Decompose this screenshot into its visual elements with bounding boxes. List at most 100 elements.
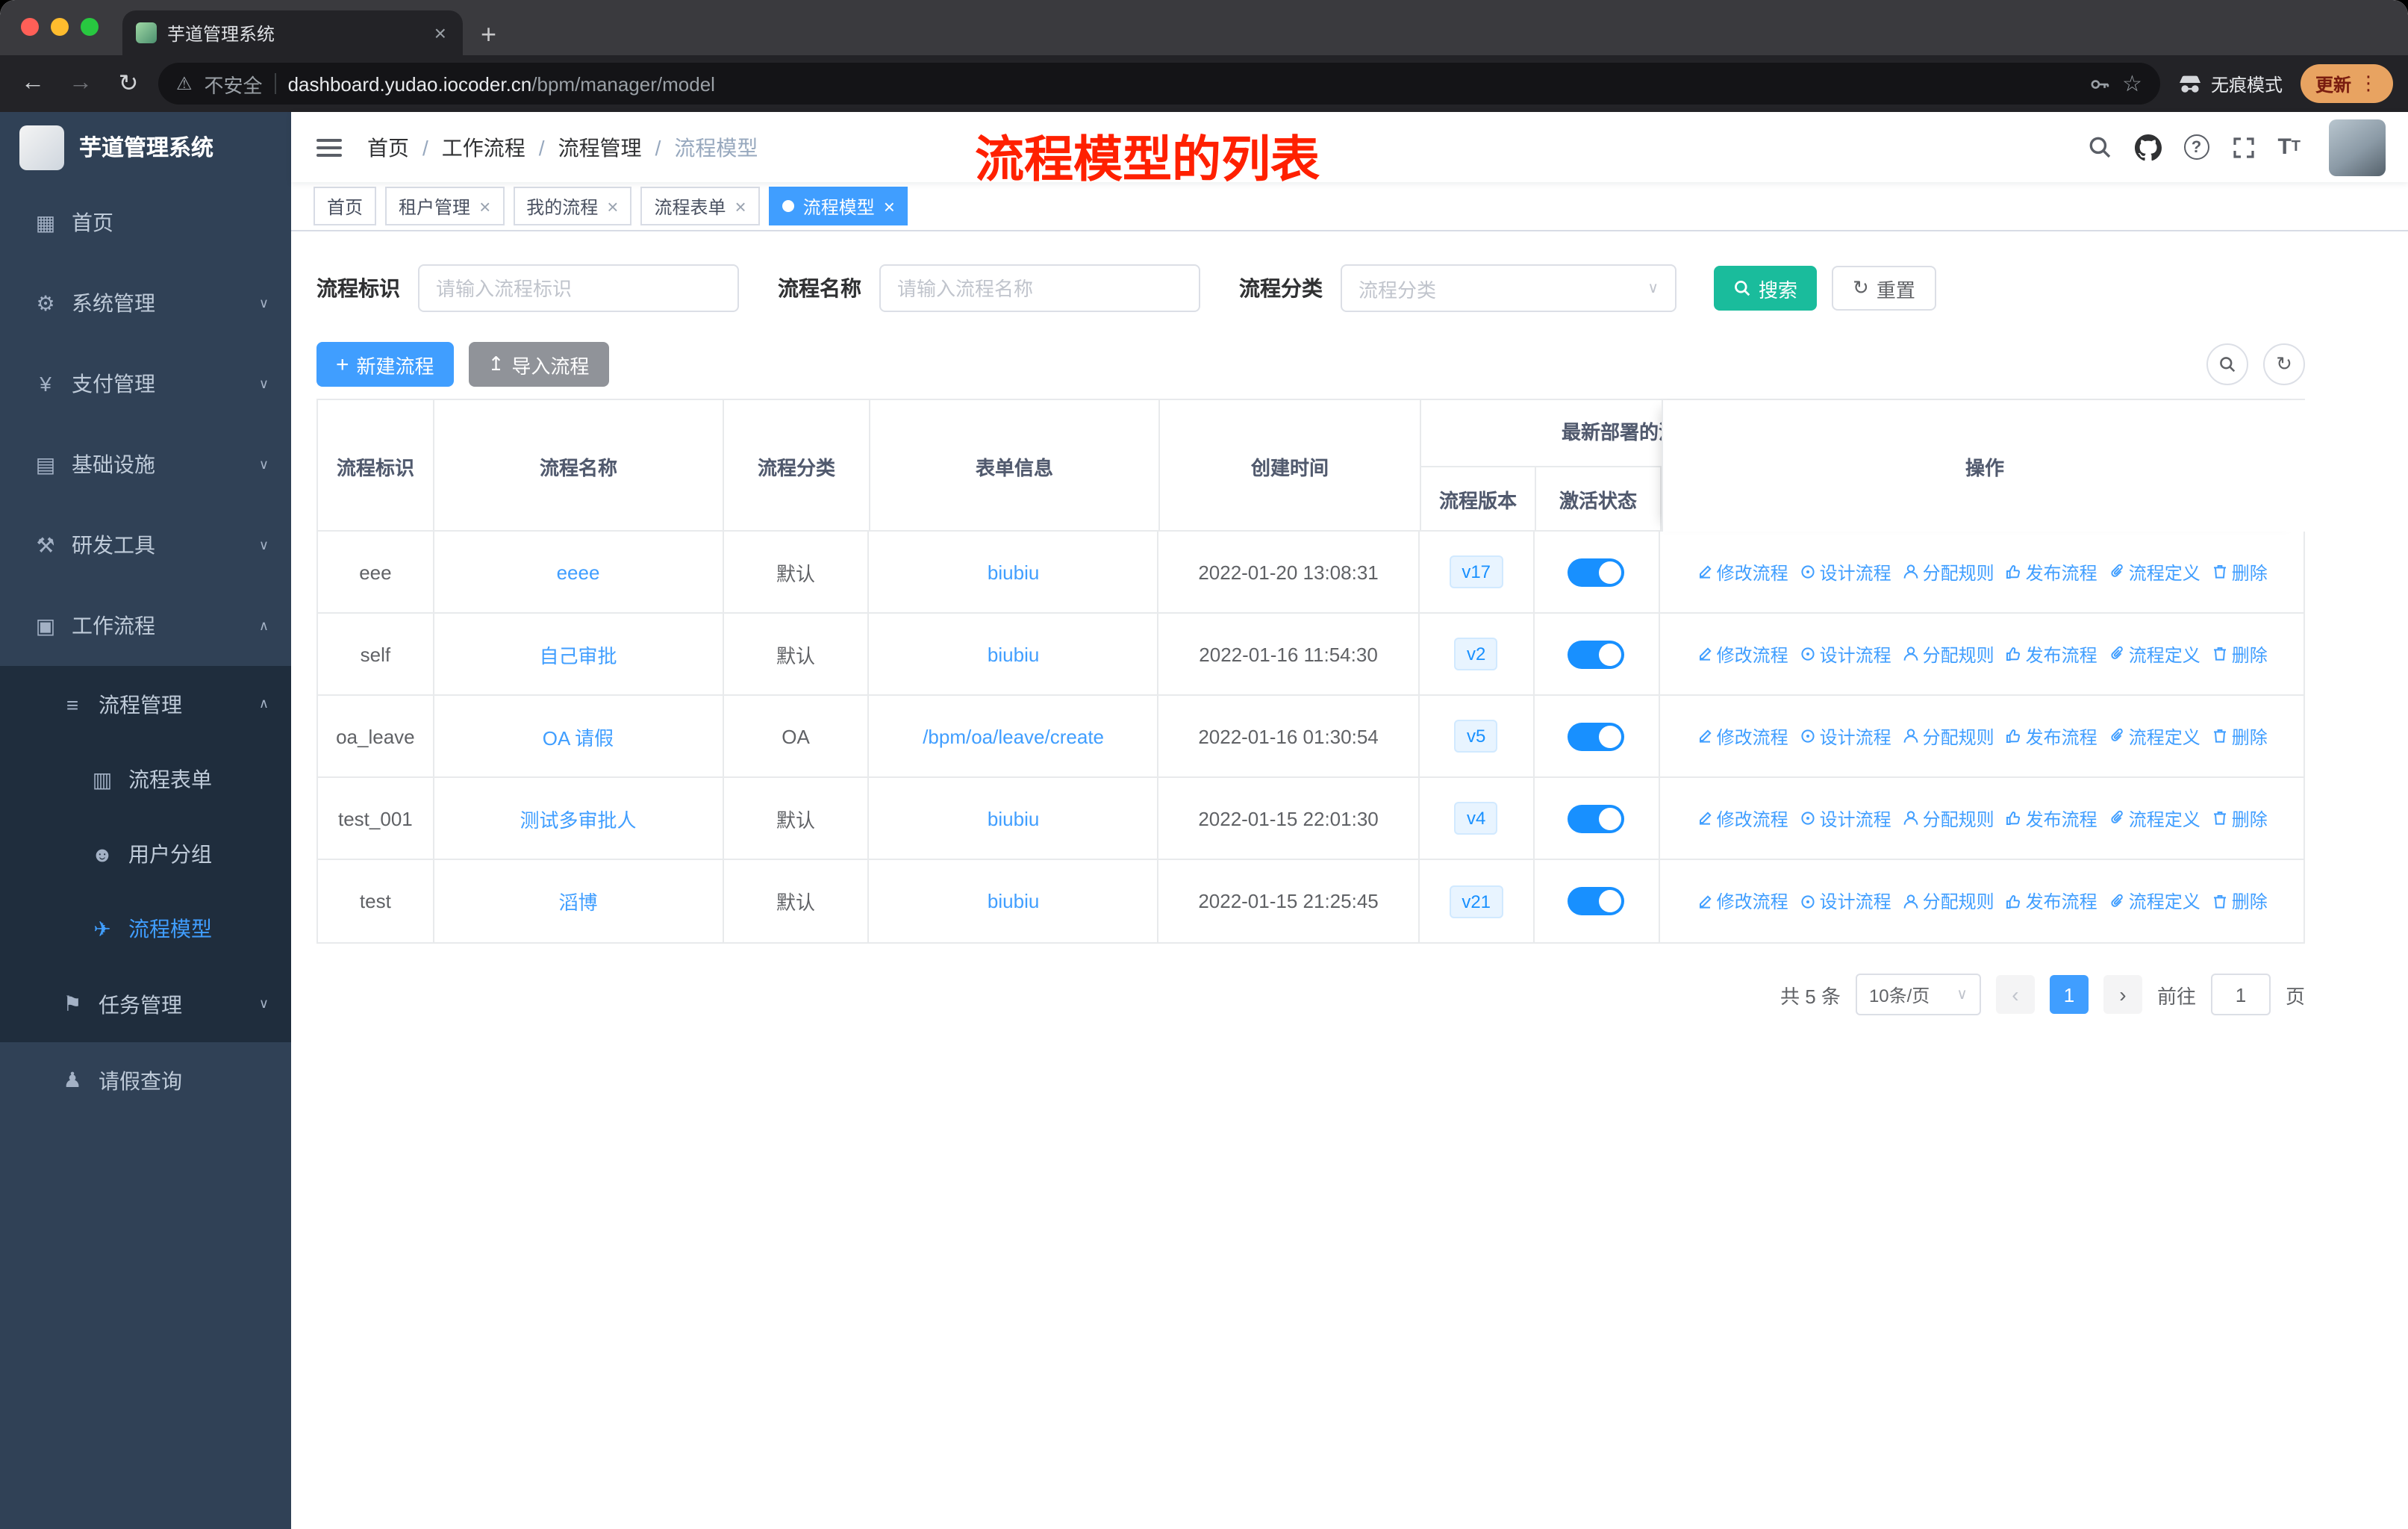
action-definition[interactable]: 流程定义 [2108,806,2200,831]
action-assign-rule[interactable]: 分配规则 [1902,641,1994,667]
sidebar-item-infrastructure[interactable]: ▤ 基础设施 ∨ [0,424,291,505]
process-key-input[interactable] [418,264,739,312]
import-process-button[interactable]: ↥ 导入流程 [468,342,609,387]
next-page-button[interactable]: › [2103,975,2142,1014]
new-tab-button[interactable]: + [481,21,496,48]
tag-close-icon[interactable]: × [884,195,895,217]
help-icon[interactable]: ? [2183,134,2209,160]
bookmark-star-icon[interactable]: ☆ [2122,70,2142,97]
tag-close-icon[interactable]: × [735,195,746,217]
action-modify[interactable]: 修改流程 [1696,641,1788,667]
prev-page-button[interactable]: ‹ [1995,975,2035,1014]
cell-name-link[interactable]: eeee [557,561,600,583]
tag-close-icon[interactable]: × [479,195,490,217]
cell-form-link[interactable]: biubiu [988,807,1039,829]
active-toggle[interactable] [1568,887,1625,915]
action-delete[interactable]: 删除 [2211,641,2268,667]
action-assign-rule[interactable]: 分配规则 [1902,723,1994,749]
refresh-button[interactable]: ↻ [2263,343,2305,385]
action-modify[interactable]: 修改流程 [1696,806,1788,831]
sidebar-item-process-manage[interactable]: ≡ 流程管理 ∧ [0,666,291,742]
toggle-search-button[interactable] [2206,343,2248,385]
active-toggle[interactable] [1568,558,1625,586]
process-name-input[interactable] [879,264,1200,312]
action-modify[interactable]: 修改流程 [1696,888,1788,914]
url-bar[interactable]: ⚠ 不安全 dashboard.yudao.iocoder.cn/bpm/man… [158,63,2160,105]
action-modify[interactable]: 修改流程 [1696,723,1788,749]
action-publish[interactable]: 发布流程 [2005,559,2097,585]
action-delete[interactable]: 删除 [2211,723,2268,749]
sidebar-item-task-manage[interactable]: ⚑ 任务管理 ∨ [0,966,291,1042]
cell-form-link[interactable]: biubiu [988,890,1039,912]
breadcrumb-process-manage[interactable]: 流程管理 [558,132,642,162]
breadcrumb-workflow[interactable]: 工作流程 [442,132,525,162]
user-avatar[interactable] [2329,119,2386,175]
cell-name-link[interactable]: 滔博 [558,887,597,915]
search-button[interactable]: 搜索 [1714,266,1818,311]
sidebar-item-payment[interactable]: ¥ 支付管理 ∨ [0,343,291,424]
action-publish[interactable]: 发布流程 [2005,806,2097,831]
action-design[interactable]: 设计流程 [1799,559,1891,585]
tag-流程模型[interactable]: 流程模型 × [768,187,908,225]
action-publish[interactable]: 发布流程 [2005,641,2097,667]
hamburger-icon[interactable] [314,132,345,162]
action-design[interactable]: 设计流程 [1799,723,1891,749]
app-logo[interactable]: 芋道管理系统 [0,112,291,182]
page-number-1[interactable]: 1 [2049,975,2089,1014]
tag-我的流程[interactable]: 我的流程 × [513,187,632,225]
security-warning-icon[interactable]: ⚠ [176,73,193,94]
cell-name-link[interactable]: 测试多审批人 [520,804,636,832]
reload-button[interactable]: ↻ [110,69,146,99]
sidebar-item-leave-query[interactable]: ♟ 请假查询 [0,1042,291,1118]
action-design[interactable]: 设计流程 [1799,641,1891,667]
tag-流程表单[interactable]: 流程表单 × [640,187,760,225]
tag-租户管理[interactable]: 租户管理 × [385,187,505,225]
close-window-button[interactable] [21,18,39,36]
breadcrumb-home[interactable]: 首页 [367,132,409,162]
action-assign-rule[interactable]: 分配规则 [1902,806,1994,831]
reset-button[interactable]: ↻ 重置 [1832,266,1936,311]
action-delete[interactable]: 删除 [2211,806,2268,831]
sidebar-item-system[interactable]: ⚙ 系统管理 ∨ [0,263,291,343]
forward-button[interactable]: → [63,70,99,97]
cell-form-link[interactable]: biubiu [988,643,1039,665]
goto-page-input[interactable] [2210,974,2271,1015]
fullscreen-icon[interactable] [2231,135,2255,159]
menu-kebab-icon[interactable]: ⋮ [2359,72,2378,96]
action-modify[interactable]: 修改流程 [1696,559,1788,585]
create-process-button[interactable]: + 新建流程 [316,342,454,387]
minimize-window-button[interactable] [51,18,69,36]
sidebar-item-user-group[interactable]: ☻ 用户分组 [0,817,291,891]
cell-name-link[interactable]: 自己审批 [539,640,617,668]
action-assign-rule[interactable]: 分配规则 [1902,559,1994,585]
action-definition[interactable]: 流程定义 [2108,559,2200,585]
back-button[interactable]: ← [15,70,51,97]
search-icon[interactable] [2086,134,2112,160]
sidebar-item-dev-tools[interactable]: ⚒ 研发工具 ∨ [0,505,291,585]
action-design[interactable]: 设计流程 [1799,806,1891,831]
action-delete[interactable]: 删除 [2211,888,2268,914]
active-toggle[interactable] [1568,804,1625,832]
tag-首页[interactable]: 首页 [314,187,377,225]
sidebar-item-workflow[interactable]: ▣ 工作流程 ∧ [0,585,291,666]
action-definition[interactable]: 流程定义 [2108,641,2200,667]
font-size-icon[interactable]: TT [2277,134,2301,160]
active-toggle[interactable] [1568,640,1625,668]
page-size-select[interactable]: 10条/页 ∨ [1855,974,1981,1015]
cell-form-link[interactable]: /bpm/oa/leave/create [923,725,1104,747]
action-publish[interactable]: 发布流程 [2005,723,2097,749]
action-definition[interactable]: 流程定义 [2108,888,2200,914]
action-design[interactable]: 设计流程 [1799,888,1891,914]
category-select[interactable]: 流程分类 ∨ [1341,264,1676,312]
zoom-window-button[interactable] [81,18,99,36]
cell-form-link[interactable]: biubiu [988,561,1039,583]
action-definition[interactable]: 流程定义 [2108,723,2200,749]
action-assign-rule[interactable]: 分配规则 [1902,888,1994,914]
password-key-icon[interactable] [2088,72,2110,95]
cell-name-link[interactable]: OA 请假 [543,722,614,750]
action-publish[interactable]: 发布流程 [2005,888,2097,914]
tag-close-icon[interactable]: × [607,195,618,217]
update-button[interactable]: 更新 ⋮ [2300,64,2393,103]
sidebar-item-process-form[interactable]: ▥ 流程表单 [0,742,291,817]
close-tab-icon[interactable]: × [431,21,449,45]
